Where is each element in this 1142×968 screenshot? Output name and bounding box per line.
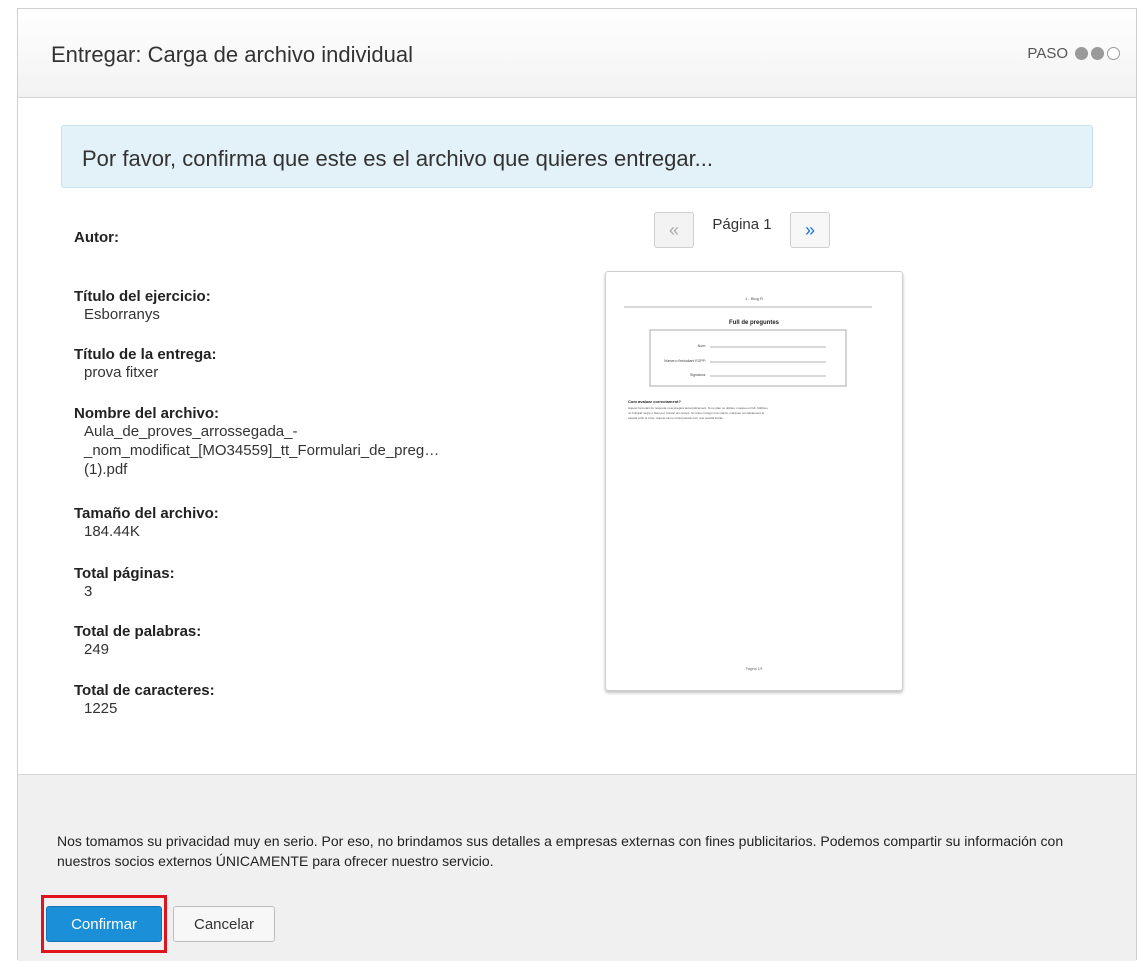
detail-value: 3 [84,583,93,600]
detail-value: 249 [84,641,110,658]
detail-label: Total de caracteres: [74,682,215,699]
privacy-notice: Nos tomamos su privacidad muy en serio. … [57,833,1064,869]
preview-field-label: Nom: [698,344,706,348]
detail-total-characters: Total de caracteres: 1225 [74,682,215,718]
dialog-footer: Nos tomamos su privacidad muy en serio. … [18,774,1136,961]
preview-header-text: 1 - Blog R [745,296,763,301]
detail-value-line: (1).pdf [84,461,128,478]
step-label: PASO [1027,45,1068,62]
cancel-button[interactable]: Cancelar [173,906,275,942]
detail-value: 1225 [84,700,118,717]
step-dot-3-icon [1107,47,1120,60]
preview-body-line: Aquest formulari de resposta s'escanejar… [628,406,768,410]
page-label: Página 1 [712,215,772,233]
next-page-button[interactable]: » [790,212,830,248]
detail-total-words: Total de palabras: 249 [74,623,201,659]
detail-value-line: Aula_de_proves_arrossegada_- [84,423,298,440]
detail-label: Título del ejercicio: [74,288,211,305]
preview-footer-text: Pàgina 1/3 [746,667,763,671]
detail-total-pages: Total páginas: 3 [74,565,175,601]
detail-label: Total de palabras: [74,623,202,640]
detail-label: Autor: [74,229,119,246]
confirm-button[interactable]: Confirmar [46,906,162,942]
banner-text: Por favor, confirma que este es el archi… [82,146,714,171]
dialog-title: Entregar: Carga de archivo individual [51,42,413,67]
detail-file-size: Tamaño del archivo: 184.44K [74,505,219,541]
detail-value: Esborranys [84,306,160,323]
detail-filename: Nombre del archivo: Aula_de_proves_arros… [74,405,439,479]
detail-exercise-title: Título del ejercicio: Esborranys [74,288,211,324]
submission-dialog: Entregar: Carga de archivo individual PA… [17,8,1137,961]
preview-body-line: un bolígraf negre o blau per marcar els … [628,411,764,415]
detail-author: Autor: [74,229,119,246]
document-preview: 1 - Blog R Full de preguntes Nom: Número… [605,271,903,691]
detail-submission-title: Título de la entrega: prova fitxer [74,346,217,382]
detail-label: Tamaño del archivo: [74,505,219,522]
preview-title: Full de preguntes [729,320,780,326]
prev-page-button[interactable]: « [654,212,694,248]
step-indicator: PASO [1027,45,1120,62]
detail-value: prova fitxer [84,364,159,381]
detail-label: Total páginas: [74,565,175,582]
preview-field-label: Signatura: [690,373,706,377]
detail-value-line: _nom_modificat_[MO34559]_tt_Formulari_de… [84,442,440,459]
page-pager: « Página 1 » [654,211,830,249]
preview-fields-box [649,329,847,387]
detail-value: 184.44K [84,523,140,540]
preview-body-line: casella amb el color. Aquest camp s'inte… [628,416,723,420]
confirm-banner: Por favor, confirma que este es el archi… [61,125,1093,188]
step-dot-1-icon [1075,47,1088,60]
dialog-header: Entregar: Carga de archivo individual PA… [18,9,1136,98]
detail-label: Título de la entrega: [74,346,217,363]
detail-label: Nombre del archivo: [74,405,220,422]
step-dot-2-icon [1091,47,1104,60]
preview-section-title: Com avaluar correctament? [628,399,681,404]
document-page-thumbnail: 1 - Blog R Full de preguntes Nom: Número… [624,296,872,671]
preview-field-label: Número d'estudiant EGPP: [664,359,706,363]
